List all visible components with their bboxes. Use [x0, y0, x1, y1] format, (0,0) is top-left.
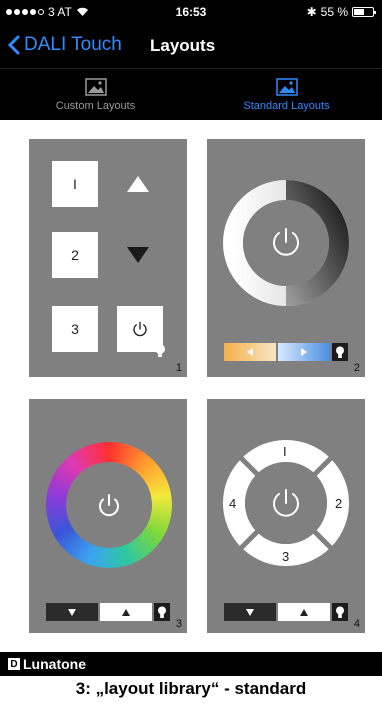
bluetooth-icon: ✱: [306, 5, 317, 19]
dim-up-button[interactable]: [100, 603, 152, 621]
bulb-button[interactable]: [332, 343, 348, 361]
navigation-bar: DALI Touch Layouts: [0, 24, 382, 68]
arrow-down-icon: [246, 608, 254, 616]
bulb-icon: [336, 346, 344, 358]
tab-custom-layouts[interactable]: Custom Layouts: [0, 69, 191, 120]
dim-up-button[interactable]: [278, 603, 330, 621]
dim-down-button[interactable]: [224, 603, 276, 621]
cool-button[interactable]: [278, 343, 330, 361]
bulb-icon: [158, 606, 166, 618]
battery-icon: [352, 7, 376, 17]
layout-number: 4: [353, 618, 360, 630]
bulb-button[interactable]: [154, 603, 170, 621]
layout-number: 2: [353, 362, 360, 374]
color-temp-controls: [224, 343, 348, 361]
image-icon: [275, 77, 298, 96]
tab-custom-label: Custom Layouts: [55, 99, 136, 112]
ring-label-bottom: 3: [282, 549, 290, 564]
tab-standard-layouts[interactable]: Standard Layouts: [191, 69, 382, 120]
scene-button-3[interactable]: 3: [52, 306, 98, 352]
brand-logo: D: [8, 658, 20, 670]
status-bar: 3 AT 16:53 ✱ 55 %: [0, 0, 382, 24]
bulb-icon: [155, 344, 165, 357]
layout-card-3[interactable]: 3: [29, 399, 187, 633]
layout-number: 1: [175, 362, 182, 374]
ring-label-left: 4: [229, 496, 237, 511]
color-wheel[interactable]: [46, 442, 172, 568]
arrow-left-icon: [247, 348, 253, 356]
ring-label-top: I: [283, 444, 287, 459]
image-icon: [84, 77, 107, 96]
power-icon[interactable]: [96, 492, 122, 518]
layout-number: 3: [175, 618, 182, 630]
brand-bar: D Lunatone: [0, 652, 382, 676]
layout-card-4[interactable]: I 2 3 4 4: [207, 399, 365, 633]
figure-caption: 3: „layout library“ - standard: [75, 679, 307, 698]
scene-label: I: [73, 176, 77, 192]
dim-down-button[interactable]: [46, 603, 98, 621]
brand-name: Lunatone: [23, 656, 86, 672]
back-label: DALI Touch: [24, 34, 122, 55]
scene-button-2[interactable]: 2: [52, 232, 98, 278]
color-wheel-center: [66, 462, 152, 548]
arrow-down-icon: [68, 608, 76, 616]
scene-label: 3: [71, 321, 79, 337]
arrow-up-icon[interactable]: [126, 175, 150, 193]
power-icon: [133, 321, 147, 337]
arrow-up-icon: [122, 608, 130, 616]
bulb-icon: [336, 606, 344, 618]
tab-standard-label: Standard Layouts: [243, 99, 330, 112]
dim-controls: [46, 603, 170, 621]
chevron-left-icon: [8, 35, 20, 55]
status-right: ✱ 55 %: [306, 5, 376, 19]
arrow-up-icon: [300, 608, 308, 616]
arrow-right-icon: [301, 348, 307, 356]
scene-button-1[interactable]: I: [52, 161, 98, 207]
ring-label-right: 2: [335, 496, 343, 511]
arrow-down-icon[interactable]: [126, 246, 150, 264]
layout-card-1[interactable]: I 2 3 1: [29, 139, 187, 377]
bulb-button[interactable]: [332, 603, 348, 621]
warm-button[interactable]: [224, 343, 276, 361]
page-title: Layouts: [150, 36, 216, 55]
scene-label: 2: [71, 247, 79, 263]
layout-tabs: Custom Layouts Standard Layouts: [0, 68, 382, 120]
battery-percent: 55 %: [320, 5, 348, 19]
dim-controls: [224, 603, 348, 621]
layout-card-2[interactable]: 2: [207, 139, 365, 377]
brightness-ring[interactable]: [223, 180, 349, 306]
back-button[interactable]: DALI Touch: [8, 34, 122, 56]
